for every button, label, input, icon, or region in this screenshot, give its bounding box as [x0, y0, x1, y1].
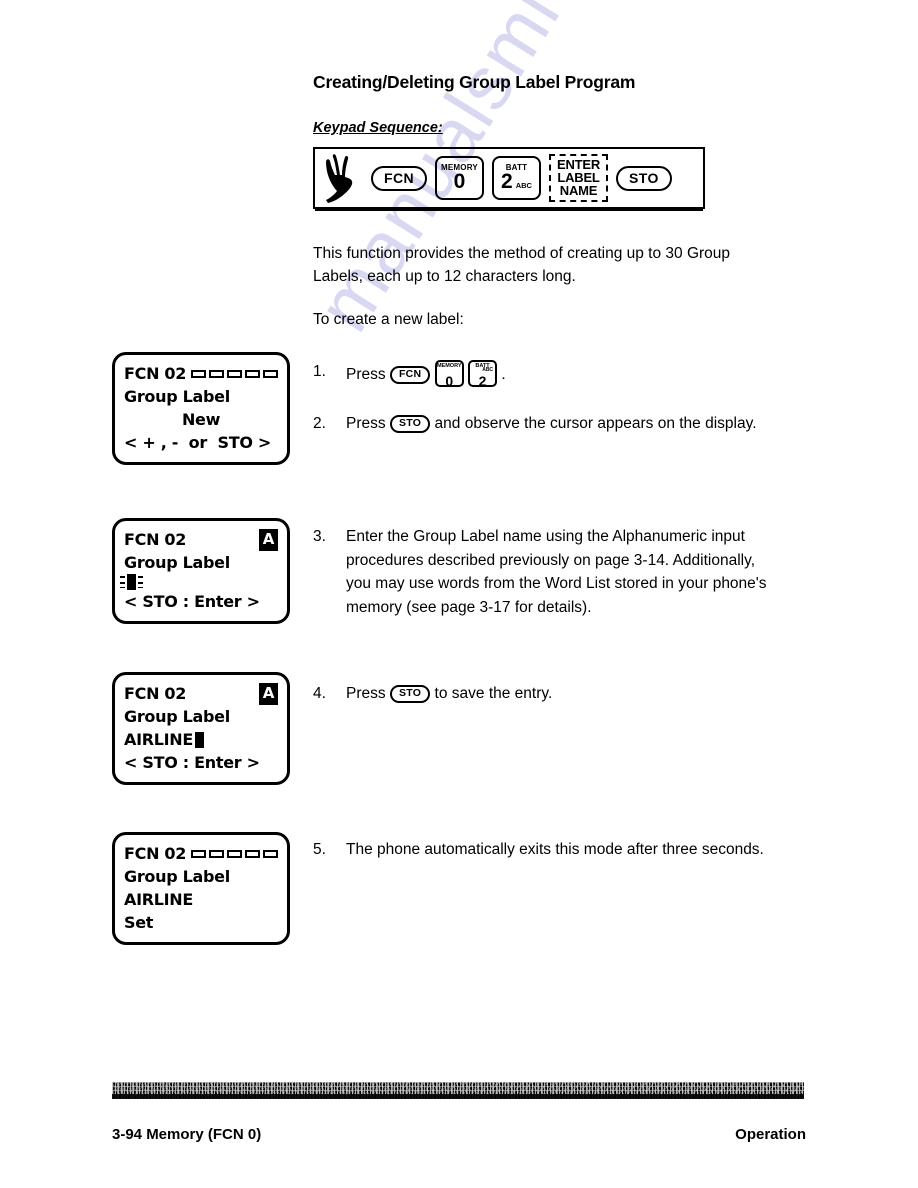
lcd4-line2: Group Label	[124, 867, 230, 886]
inline-key-sto: STO	[389, 415, 431, 433]
step-5-number: 5.	[313, 841, 326, 858]
enter-label-line3: NAME	[559, 183, 598, 199]
key-sto: STO	[616, 165, 672, 191]
key-batt-2: BATT 2 ABC	[491, 156, 541, 200]
lcd2-entry-row	[120, 574, 278, 590]
step-3-number: 3.	[313, 528, 326, 545]
lcd1-line2: Group Label	[124, 387, 230, 406]
lcd2-line2: Group Label	[124, 553, 230, 572]
inline-key-fcn: FCN	[389, 366, 431, 384]
step-2-text: Press STO and observe the cursor appears…	[346, 412, 783, 436]
inline-key-batt-2: BATT 2 ABC	[468, 360, 498, 388]
step-4-trail: to save the entry.	[434, 685, 553, 702]
key-memory-0-digit: 0	[453, 170, 466, 194]
inline-key-sto: STO	[389, 685, 431, 703]
alpha-mode-indicator-icon: A	[258, 682, 278, 705]
lcd-new-group-label: FCN 02 Group Label New < + , - or STO >	[112, 352, 290, 465]
step-1: 1. Press FCN MEMORY 0 BATT 2 ABC .	[313, 360, 783, 389]
step-2: 2. Press STO and observe the cursor appe…	[313, 412, 783, 436]
lcd3-line4: < STO : Enter >	[124, 753, 260, 772]
intro-paragraph: This function provides the method of cre…	[313, 244, 731, 285]
lcd2-status-row: FCN 02 A	[124, 528, 278, 551]
footer-page-label: 3-94 Memory (FCN 0)	[112, 1126, 262, 1143]
footer-section-label: Operation	[735, 1126, 806, 1143]
step-5-text: The phone automatically exits this mode …	[346, 841, 764, 858]
keypad-sequence-strip: FCN MEMORY 0 BATT 2 ABC ENTER LABEL NAME…	[313, 147, 705, 211]
inline-key-memory-0-sup: MEMORY	[436, 363, 462, 369]
lcd4-mode: FCN 02	[124, 844, 187, 863]
step-4: 4. Press STO to save the entry.	[313, 682, 783, 706]
key-fcn: FCN	[371, 165, 427, 191]
step-3: 3. Enter the Group Label name using the …	[313, 525, 783, 619]
lcd-airline-entry: FCN 02 A Group Label AIRLINE < STO : Ent…	[112, 672, 290, 785]
inline-key-batt-2-abc: ABC	[482, 366, 494, 373]
step-2-trail: and observe the cursor appears on the di…	[434, 415, 757, 432]
lcd1-status-row: FCN 02	[124, 362, 279, 385]
lcd2-mode: FCN 02	[124, 530, 187, 549]
lcd1-line3: New	[181, 410, 221, 429]
key-enter-label-name: ENTER LABEL NAME	[548, 153, 609, 203]
step-1-text: Press FCN MEMORY 0 BATT 2 ABC .	[346, 360, 783, 389]
step-4-text: Press STO to save the entry.	[346, 682, 783, 706]
lcd4-status-row: FCN 02	[124, 842, 279, 865]
lcd4-line3: AIRLINE	[124, 890, 194, 909]
lcd3-status-row: FCN 02 A	[124, 682, 278, 705]
lcd3-entry-row: AIRLINE	[124, 728, 278, 751]
solid-cursor-icon	[195, 731, 205, 748]
lcd-airline-set: FCN 02 Group Label AIRLINE Set	[112, 832, 290, 945]
keypad-sequence-caption: Keypad Sequence:	[313, 120, 443, 136]
pointing-hand-icon	[326, 154, 353, 203]
key-memory-0: MEMORY 0	[434, 156, 484, 200]
lcd3-mode: FCN 02	[124, 684, 187, 703]
lcd-cursor-empty: FCN 02 A Group Label < STO : Enter >	[112, 518, 290, 624]
step-2-lead: Press	[346, 415, 386, 432]
key-batt-2-abc: ABC	[515, 181, 532, 191]
step-1-trail: .	[501, 366, 506, 383]
signal-bars-icon	[191, 369, 279, 378]
footer-bar-solid-edge	[112, 1094, 804, 1099]
lcd1-line4: < + , - or STO >	[124, 433, 272, 452]
page-title: Creating/Deleting Group Label Program	[313, 72, 636, 92]
create-label-lead-in: To create a new label:	[313, 310, 464, 328]
signal-bars-icon	[191, 849, 279, 858]
step-5: 5. The phone automatically exits this mo…	[313, 838, 783, 862]
step-3-text: Enter the Group Label name using the Alp…	[346, 528, 767, 616]
key-batt-2-digit: 2	[501, 170, 513, 194]
step-2-number: 2.	[313, 415, 326, 432]
step-1-number: 1.	[313, 363, 326, 380]
blinking-cursor-icon	[120, 574, 143, 590]
step-4-lead: Press	[346, 685, 386, 702]
lcd1-mode: FCN 02	[124, 364, 187, 383]
lcd4-line4: Set	[124, 913, 154, 932]
inline-key-memory-0: MEMORY 0	[434, 360, 464, 389]
lcd2-line4: < STO : Enter >	[124, 592, 260, 611]
step-4-number: 4.	[313, 685, 326, 702]
lcd3-entry-text: AIRLINE	[124, 730, 194, 749]
alpha-mode-indicator-icon: A	[258, 528, 278, 551]
footer-decorative-bar	[112, 1082, 804, 1099]
step-1-lead: Press	[346, 366, 386, 383]
lcd3-line2: Group Label	[124, 707, 230, 726]
inline-key-memory-0-digit: 0	[445, 373, 454, 389]
